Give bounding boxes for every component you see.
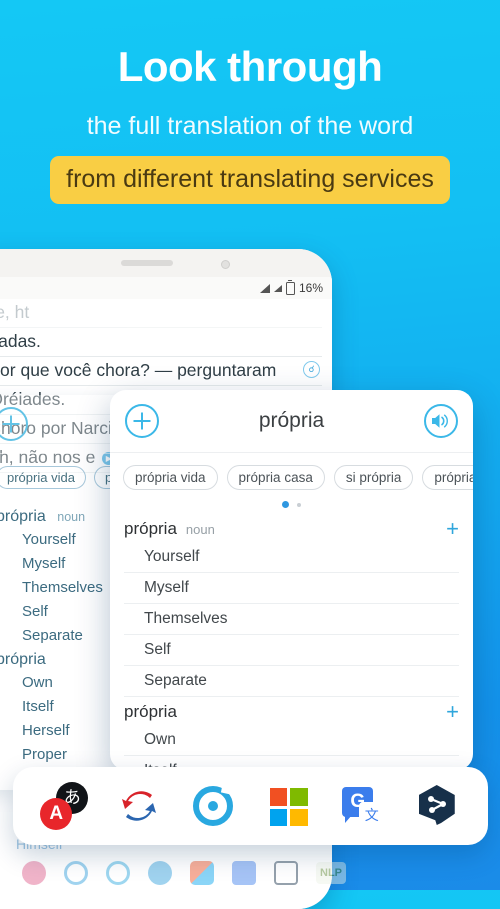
plus-vertical [10, 415, 12, 433]
bg-service-icon-7 [274, 860, 298, 885]
translation-list: própria noun + Yourself Myself Themselve… [110, 512, 473, 770]
background-service-row: NLP [0, 855, 372, 890]
bg-service-icon-5 [190, 860, 214, 885]
translation-row[interactable]: Yourself [124, 542, 459, 573]
book-line-text: — Por que você chora? — perguntaram [0, 360, 277, 380]
ghost-group-word: própria [0, 651, 46, 668]
related-phrase-chips: própria vida própria casa si própria pró… [110, 453, 473, 496]
book-line: — Por que você chora? — perguntaram ☌ [0, 357, 322, 386]
translation-group-header: própria + [124, 697, 459, 725]
service-reverso[interactable] [113, 780, 165, 832]
translation-group-header: própria noun + [124, 514, 459, 542]
google-translate-icon-kanji: 文 [359, 802, 385, 827]
speaker-icon [432, 414, 448, 428]
book-line: uuue, ht [0, 299, 322, 328]
microsoft-translator-icon [269, 788, 308, 826]
translation-row[interactable]: Themselves [124, 604, 459, 635]
hexagon-nodes [427, 796, 446, 813]
translation-services-bar: あ A G 文 [13, 767, 488, 845]
service-google-translate[interactable]: G 文 [336, 780, 388, 832]
add-group-button[interactable]: + [446, 518, 459, 540]
translate-aa-icon-letter: A [40, 798, 73, 830]
bg-service-icon-2 [64, 860, 88, 885]
chip-pager [110, 496, 473, 512]
ring-notch [221, 780, 238, 796]
reverso-icon [121, 791, 156, 821]
ghost-chip: própria vida [0, 466, 86, 489]
group-word: própria [124, 519, 177, 538]
earpiece-speaker [121, 260, 173, 266]
promo-subline: the full translation of the word [86, 112, 414, 140]
promo-headline: Look through [117, 43, 383, 90]
translation-row[interactable]: Own [124, 725, 459, 756]
bg-service-icon-3 [106, 860, 130, 885]
service-hexagon-translator[interactable] [411, 780, 463, 832]
bg-service-icon-1 [22, 860, 46, 885]
phrase-chip[interactable]: própria vida [123, 465, 218, 490]
promo-screenshot: Look through the full translation of the… [0, 0, 500, 909]
bg-service-icon-4 [148, 860, 172, 885]
signal-bars-icon [259, 283, 270, 293]
battery-percent: 16% [298, 281, 323, 295]
battery-icon [285, 279, 295, 295]
pager-dot[interactable] [297, 502, 301, 507]
group-part-of-speech: noun [185, 521, 215, 537]
phrase-chip[interactable]: si própria [333, 465, 414, 490]
ghost-group-word: própria [0, 508, 46, 525]
translation-row[interactable]: Separate [124, 666, 459, 697]
status-bar: 0:02 16% [0, 277, 332, 299]
promo-block: Look through the full translation of the… [0, 0, 500, 204]
translation-popup-card: própria própria vida própria casa si pró… [110, 390, 473, 770]
service-ring-translator[interactable] [187, 780, 239, 832]
book-line: salgadas. [0, 328, 322, 357]
service-translate-aa[interactable]: あ A [38, 780, 90, 832]
service-microsoft-translator[interactable] [262, 780, 314, 832]
plus-circle-icon [0, 407, 28, 441]
card-header: própria [110, 390, 473, 453]
promo-band: from different translating services [50, 156, 450, 204]
phrase-chip[interactable]: própria c [422, 465, 473, 490]
clip-icon[interactable]: ☌ [303, 361, 320, 378]
translation-row[interactable]: Myself [124, 573, 459, 604]
pager-dot-active[interactable] [282, 501, 289, 508]
promo-band-wrap: from different translating services [0, 156, 500, 204]
nlp-badge: NLP [316, 861, 346, 884]
bg-service-icon-6 [232, 860, 256, 885]
pronounce-button[interactable] [424, 404, 458, 438]
ghost-group-pos: noun [57, 510, 86, 524]
translation-row[interactable]: Self [124, 635, 459, 666]
hexagon-translator-icon [418, 785, 455, 825]
phone-bezel [0, 249, 332, 277]
signal-bars-icon-2 [273, 284, 282, 292]
add-group-button[interactable]: + [446, 701, 459, 723]
group-word: própria [124, 702, 177, 721]
front-camera [221, 260, 230, 269]
card-title: própria [258, 409, 325, 432]
status-right: 16% [259, 279, 323, 295]
phrase-chip[interactable]: própria casa [226, 465, 325, 490]
